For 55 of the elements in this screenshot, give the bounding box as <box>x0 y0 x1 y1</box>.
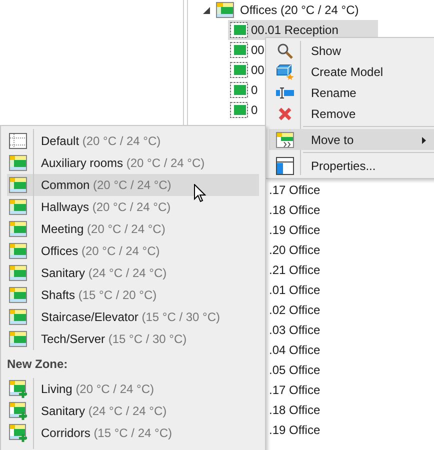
tree-item-label[interactable]: .18 Office <box>269 403 320 417</box>
tree-item-label[interactable]: .19 Office <box>269 223 320 237</box>
tree-item-label[interactable]: .17 Office <box>269 383 320 397</box>
menu-item[interactable]: Offices (20 °C / 24 °C) <box>7 240 259 262</box>
zone-icon <box>9 309 27 325</box>
menu-item[interactable]: Sanitary (24 °C / 24 °C) <box>7 400 259 422</box>
menu-item[interactable]: Hallways (20 °C / 24 °C) <box>7 196 259 218</box>
tree-item-label[interactable]: .01 Office <box>269 283 320 297</box>
zone-icon <box>9 243 27 259</box>
menu-item[interactable]: Sanitary (24 °C / 24 °C) <box>7 262 259 284</box>
tree-item-label[interactable]: .21 Office <box>269 263 320 277</box>
zone-icon <box>9 177 27 193</box>
zone-icon <box>9 221 27 237</box>
tree-item-label[interactable]: .04 Office <box>269 343 320 357</box>
tree-item-label: Offices (20 °C / 24 °C) <box>240 3 359 17</box>
tree-item-label[interactable]: .19 Office <box>269 423 320 437</box>
menu-item[interactable]: Staircase/Elevator (15 °C / 30 °C) <box>7 306 259 328</box>
menu-item[interactable]: Shafts (15 °C / 20 °C) <box>7 284 259 306</box>
zone-icon <box>9 265 27 281</box>
room-icon <box>230 82 248 98</box>
zone-plus-icon <box>9 380 27 398</box>
menu-item[interactable]: Auxiliary rooms (20 °C / 24 °C) <box>7 152 259 174</box>
close-icon <box>278 106 292 120</box>
tree-item-label[interactable]: .20 Office <box>269 243 320 257</box>
empty-zone-icon <box>9 133 27 149</box>
menu-item[interactable]: Tech/Server (15 °C / 30 °C) <box>7 328 259 350</box>
room-icon <box>230 62 248 78</box>
zone-plus-icon <box>9 402 27 420</box>
tree-item-label[interactable]: .18 Office <box>269 203 320 217</box>
tree-item-label[interactable]: .17 Office <box>269 183 320 197</box>
zone-arrows-icon <box>276 132 294 148</box>
zone-icon <box>9 199 27 215</box>
zone-icon <box>9 331 27 347</box>
tree-item-label[interactable]: .02 Office <box>269 303 320 317</box>
zone-plus-icon <box>9 424 27 442</box>
menu-item[interactable]: Corridors (15 °C / 24 °C) <box>7 422 259 444</box>
room-icon <box>230 102 248 118</box>
menu-item[interactable]: Living (20 °C / 24 °C) <box>7 378 259 400</box>
properties-icon <box>276 156 294 174</box>
menu-item[interactable]: Common (20 °C / 24 °C) <box>7 174 259 196</box>
rename-icon <box>276 86 294 98</box>
search-icon <box>277 42 293 58</box>
zone-icon <box>9 155 27 171</box>
menu-item[interactable]: Meeting (20 °C / 24 °C) <box>7 218 259 240</box>
tree-item-label[interactable]: .05 Office <box>269 363 320 377</box>
zone-icon <box>9 287 27 303</box>
box-star-icon <box>276 64 294 80</box>
menu-item[interactable]: Properties... <box>269 155 434 176</box>
room-icon <box>230 22 248 38</box>
collapse-icon[interactable] <box>203 6 210 14</box>
cursor-icon <box>194 184 206 203</box>
tree-item-label[interactable]: .03 Office <box>269 323 320 337</box>
menu-item[interactable]: Default (20 °C / 24 °C) <box>7 130 259 152</box>
room-icon <box>230 42 248 58</box>
menu-item[interactable]: Move to <box>269 129 434 150</box>
